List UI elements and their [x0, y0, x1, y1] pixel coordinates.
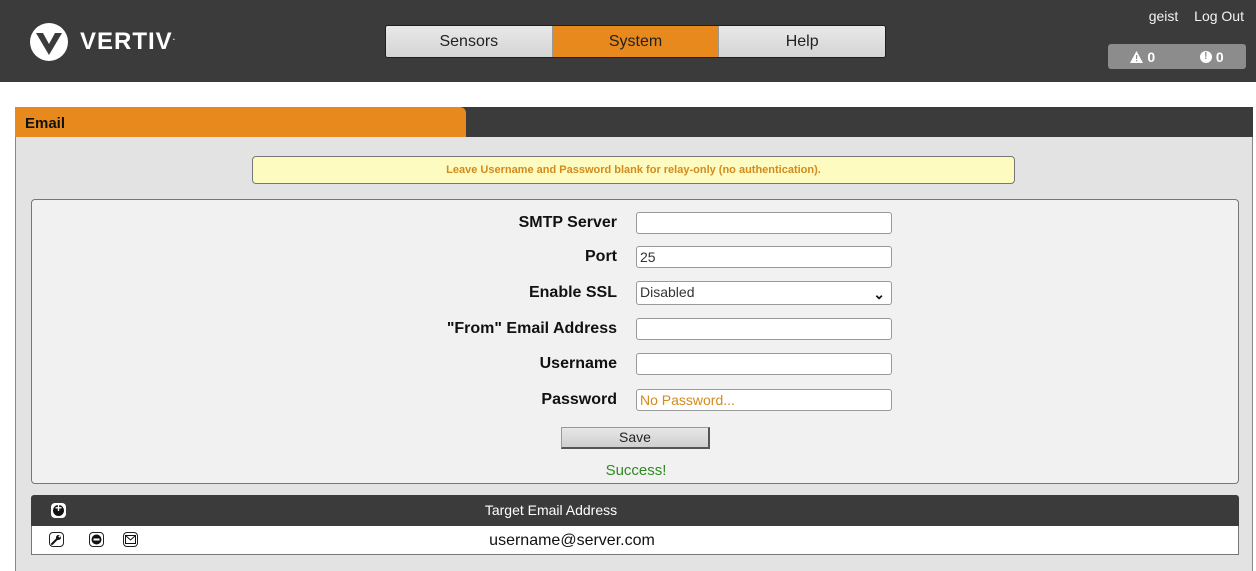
chevron-down-icon: ⌄	[873, 286, 885, 302]
smtp-server-label: SMTP Server	[518, 214, 617, 231]
from-email-input[interactable]	[636, 318, 892, 340]
user-links: geist Log Out	[1137, 8, 1244, 24]
target-email-table-header: Target Email Address	[31, 495, 1239, 526]
panel-title: Email	[15, 107, 466, 137]
alarm-count: 0	[1215, 48, 1224, 65]
enable-ssl-value: Disabled	[640, 284, 695, 300]
vertiv-logo-icon	[30, 23, 68, 61]
alert-counters: 0 ! 0	[1108, 44, 1246, 69]
tab-help[interactable]: Help	[719, 26, 885, 57]
tab-sensors[interactable]: Sensors	[386, 26, 553, 57]
warning-icon	[1130, 50, 1144, 63]
smtp-server-row: SMTP Server	[32, 210, 1240, 236]
alarm-counter[interactable]: ! 0	[1199, 48, 1224, 65]
smtp-server-input[interactable]	[636, 212, 892, 234]
warning-counter[interactable]: 0	[1130, 49, 1155, 65]
vertiv-logo[interactable]: VERTIV.	[28, 22, 176, 62]
username-input[interactable]	[636, 353, 892, 375]
username-label: Username	[539, 355, 617, 372]
password-placeholder: No Password...	[640, 392, 735, 408]
relay-notice: Leave Username and Password blank for re…	[252, 156, 1015, 184]
from-email-row: "From" Email Address	[32, 316, 1240, 342]
password-label: Password	[541, 391, 617, 408]
password-input[interactable]: No Password...	[636, 389, 892, 411]
port-row: Port 25	[32, 244, 1240, 270]
enable-ssl-label: Enable SSL	[528, 284, 617, 301]
email-settings-form: SMTP Server Port 25 Enable SSL Disabled …	[31, 199, 1239, 484]
status-message: Success!	[605, 462, 667, 479]
warning-count: 0	[1147, 48, 1156, 65]
target-email-address: username@server.com	[489, 532, 655, 549]
target-email-column-header: Target Email Address	[484, 502, 618, 518]
port-label: Port	[585, 248, 617, 265]
enable-ssl-select[interactable]: Disabled ⌄	[636, 281, 892, 305]
port-input[interactable]: 25	[636, 246, 892, 268]
save-button[interactable]: Save	[561, 427, 710, 449]
from-email-label: "From" Email Address	[446, 320, 617, 337]
password-row: Password No Password...	[32, 387, 1240, 413]
tab-system[interactable]: System	[552, 26, 720, 57]
top-bar: VERTIV. Sensors System Help geist Log Ou…	[0, 0, 1256, 82]
enable-ssl-row: Enable SSL Disabled ⌄	[32, 280, 1240, 306]
username-link[interactable]: geist	[1149, 8, 1179, 24]
alarm-icon: !	[1199, 50, 1212, 63]
brand-name: VERTIV.	[80, 28, 176, 55]
username-row: Username	[32, 351, 1240, 377]
main-nav: Sensors System Help	[385, 25, 886, 58]
logout-link[interactable]: Log Out	[1194, 8, 1244, 24]
table-row: username@server.com	[31, 526, 1239, 555]
